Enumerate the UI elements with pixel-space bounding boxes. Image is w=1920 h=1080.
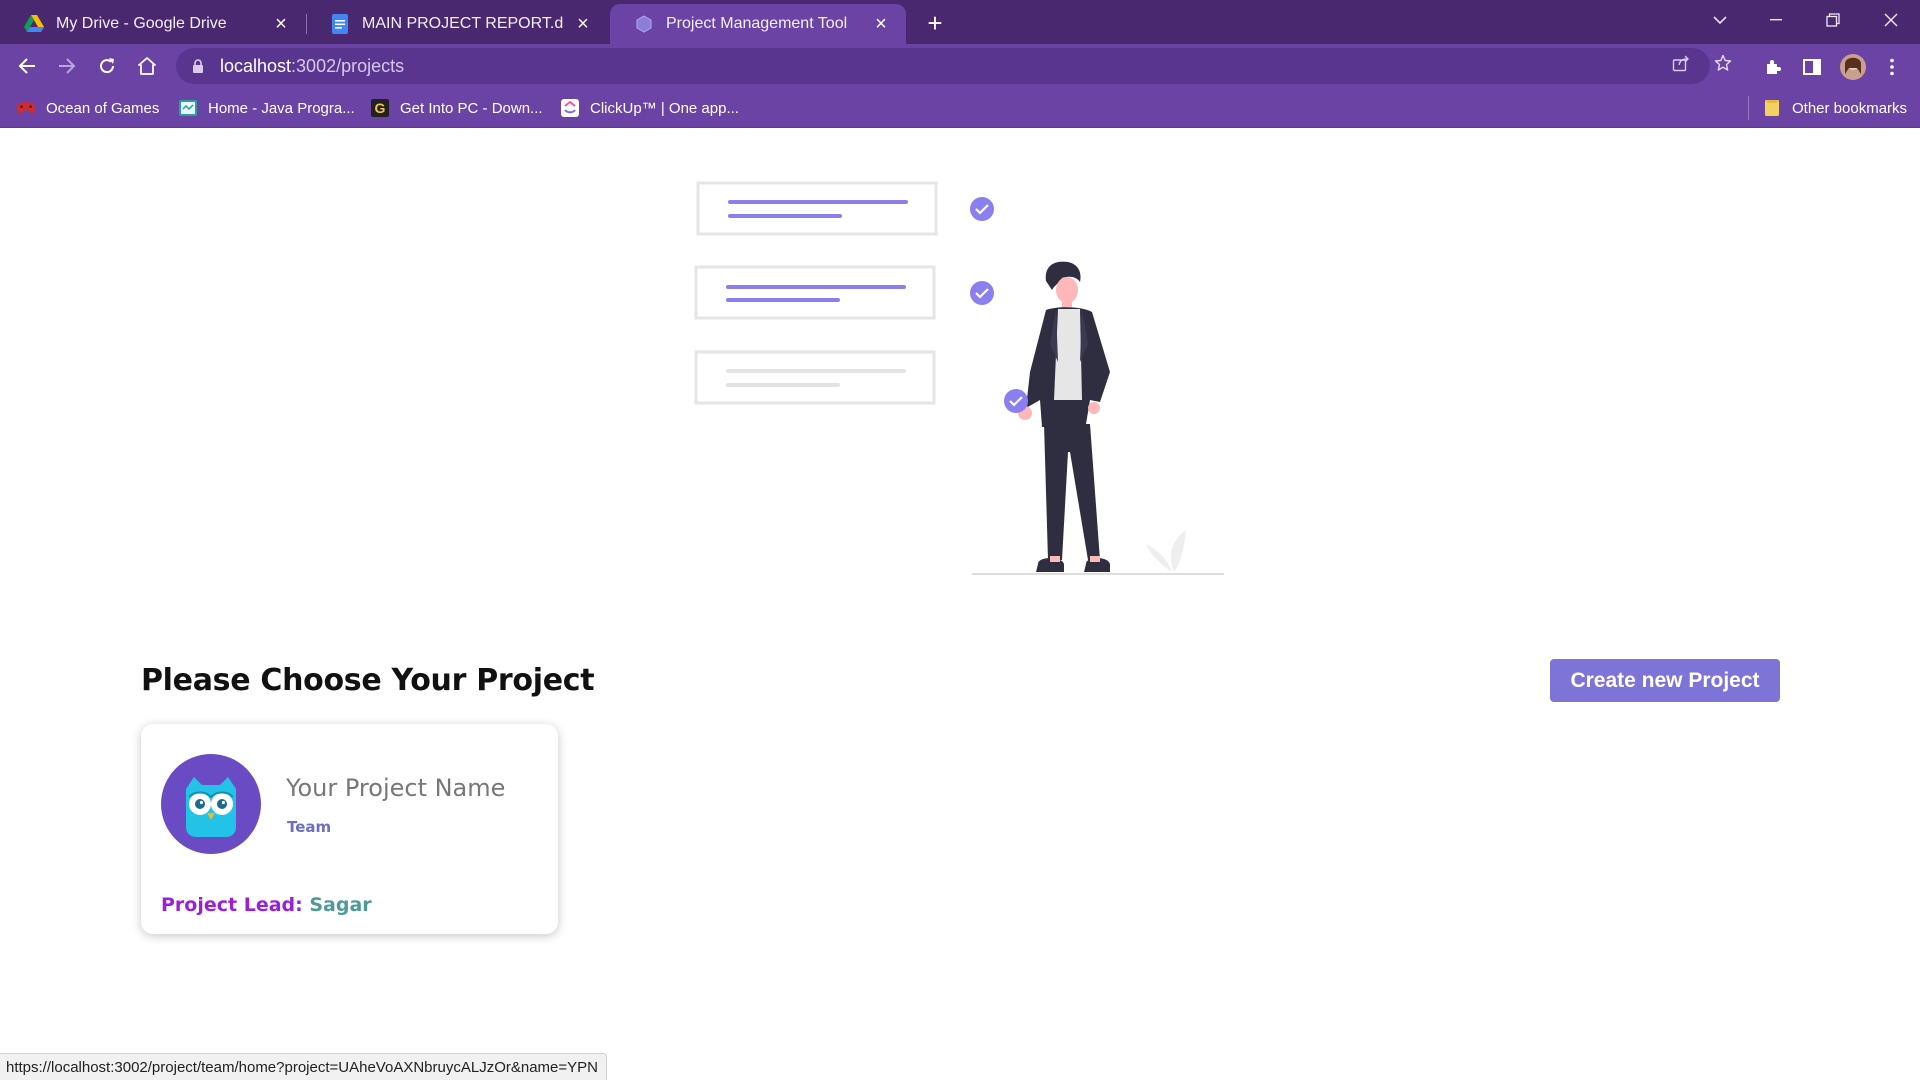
minimize-window-icon[interactable] <box>1756 0 1796 40</box>
bookmark-label: ClickUp™ | One app... <box>590 99 739 117</box>
tab-main-project-report[interactable]: MAIN PROJECT REPORT.docx - G × <box>306 4 608 44</box>
tab-search-chevron-icon[interactable] <box>1700 0 1740 40</box>
project-lead-label: Project Lead: <box>161 894 303 916</box>
close-tab-icon[interactable]: × <box>270 13 292 35</box>
url-host: localhost <box>220 55 292 76</box>
new-tab-button[interactable]: + <box>920 8 950 38</box>
bookmarks-divider <box>1748 96 1749 120</box>
other-bookmarks[interactable]: Other bookmarks <box>1762 96 1907 120</box>
close-window-icon[interactable] <box>1871 0 1911 40</box>
bookmark-label: Ocean of Games <box>46 99 160 117</box>
other-bookmarks-label: Other bookmarks <box>1792 99 1908 117</box>
home-icon[interactable] <box>131 50 163 82</box>
close-tab-icon[interactable]: × <box>870 13 892 35</box>
getintopc-icon: G <box>370 98 390 118</box>
clickup-icon <box>560 98 580 118</box>
project-card[interactable]: Your Project Name Team Project Lead: Sag… <box>141 724 558 934</box>
google-drive-icon <box>24 14 44 34</box>
extensions-puzzle-icon[interactable] <box>1760 54 1786 80</box>
tab-title: My Drive - Google Drive <box>56 15 227 32</box>
bookmark-get-into-pc[interactable]: G Get Into PC - Down... <box>370 96 543 120</box>
side-panel-icon[interactable] <box>1799 54 1825 80</box>
gamepad-icon <box>16 98 36 118</box>
tab-project-management-tool[interactable]: Project Management Tool × <box>610 4 906 44</box>
bookmark-label: Home - Java Progra... <box>208 99 355 117</box>
bookmark-java-programs[interactable]: Home - Java Progra... <box>178 96 355 120</box>
url-text: localhost:3002/projects <box>220 56 404 77</box>
tab-title: MAIN PROJECT REPORT.docx - G <box>362 15 564 32</box>
svg-text:G: G <box>375 100 386 116</box>
browser-tab-strip: My Drive - Google Drive × MAIN PROJECT R… <box>0 0 1920 44</box>
link-status-url: https://localhost:3002/project/team/home… <box>0 1053 607 1080</box>
bookmark-star-icon[interactable] <box>1712 52 1734 74</box>
app-logo-icon <box>634 14 654 34</box>
tab-google-drive[interactable]: My Drive - Google Drive × <box>0 4 306 44</box>
bookmark-ocean-of-games[interactable]: Ocean of Games <box>16 96 159 120</box>
project-lead-name: Sagar <box>309 894 372 916</box>
forward-arrow-icon[interactable] <box>51 50 83 82</box>
lock-icon[interactable] <box>190 58 206 74</box>
page-title: Please Choose Your Project <box>141 663 595 698</box>
java-site-icon <box>178 98 198 118</box>
bookmark-label: Get Into PC - Down... <box>400 99 543 117</box>
profile-avatar[interactable] <box>1840 54 1866 80</box>
bookmarks-bar: Ocean of Games Home - Java Progra... G G… <box>0 88 1920 128</box>
project-type: Team <box>287 818 332 836</box>
owl-icon <box>161 754 261 854</box>
tab-title: Project Management Tool <box>666 15 848 32</box>
task-checklist-illustration <box>694 181 1224 575</box>
back-arrow-icon[interactable] <box>11 50 43 82</box>
google-docs-icon <box>330 14 350 34</box>
more-menu-icon[interactable] <box>1879 54 1905 80</box>
bookmark-clickup[interactable]: ClickUp™ | One app... <box>560 96 739 120</box>
create-new-project-button[interactable]: Create new Project <box>1550 659 1780 702</box>
browser-toolbar: localhost:3002/projects <box>0 44 1920 88</box>
url-path: :3002/projects <box>291 55 405 76</box>
reload-icon[interactable] <box>91 50 123 82</box>
share-icon[interactable] <box>1670 52 1692 74</box>
project-lead: Project Lead: Sagar <box>161 894 372 916</box>
folder-icon <box>1762 98 1782 118</box>
address-bar[interactable]: localhost:3002/projects <box>176 48 1710 84</box>
close-tab-icon[interactable]: × <box>572 13 594 35</box>
restore-window-icon[interactable] <box>1813 0 1853 40</box>
project-name[interactable]: Your Project Name <box>286 774 505 802</box>
